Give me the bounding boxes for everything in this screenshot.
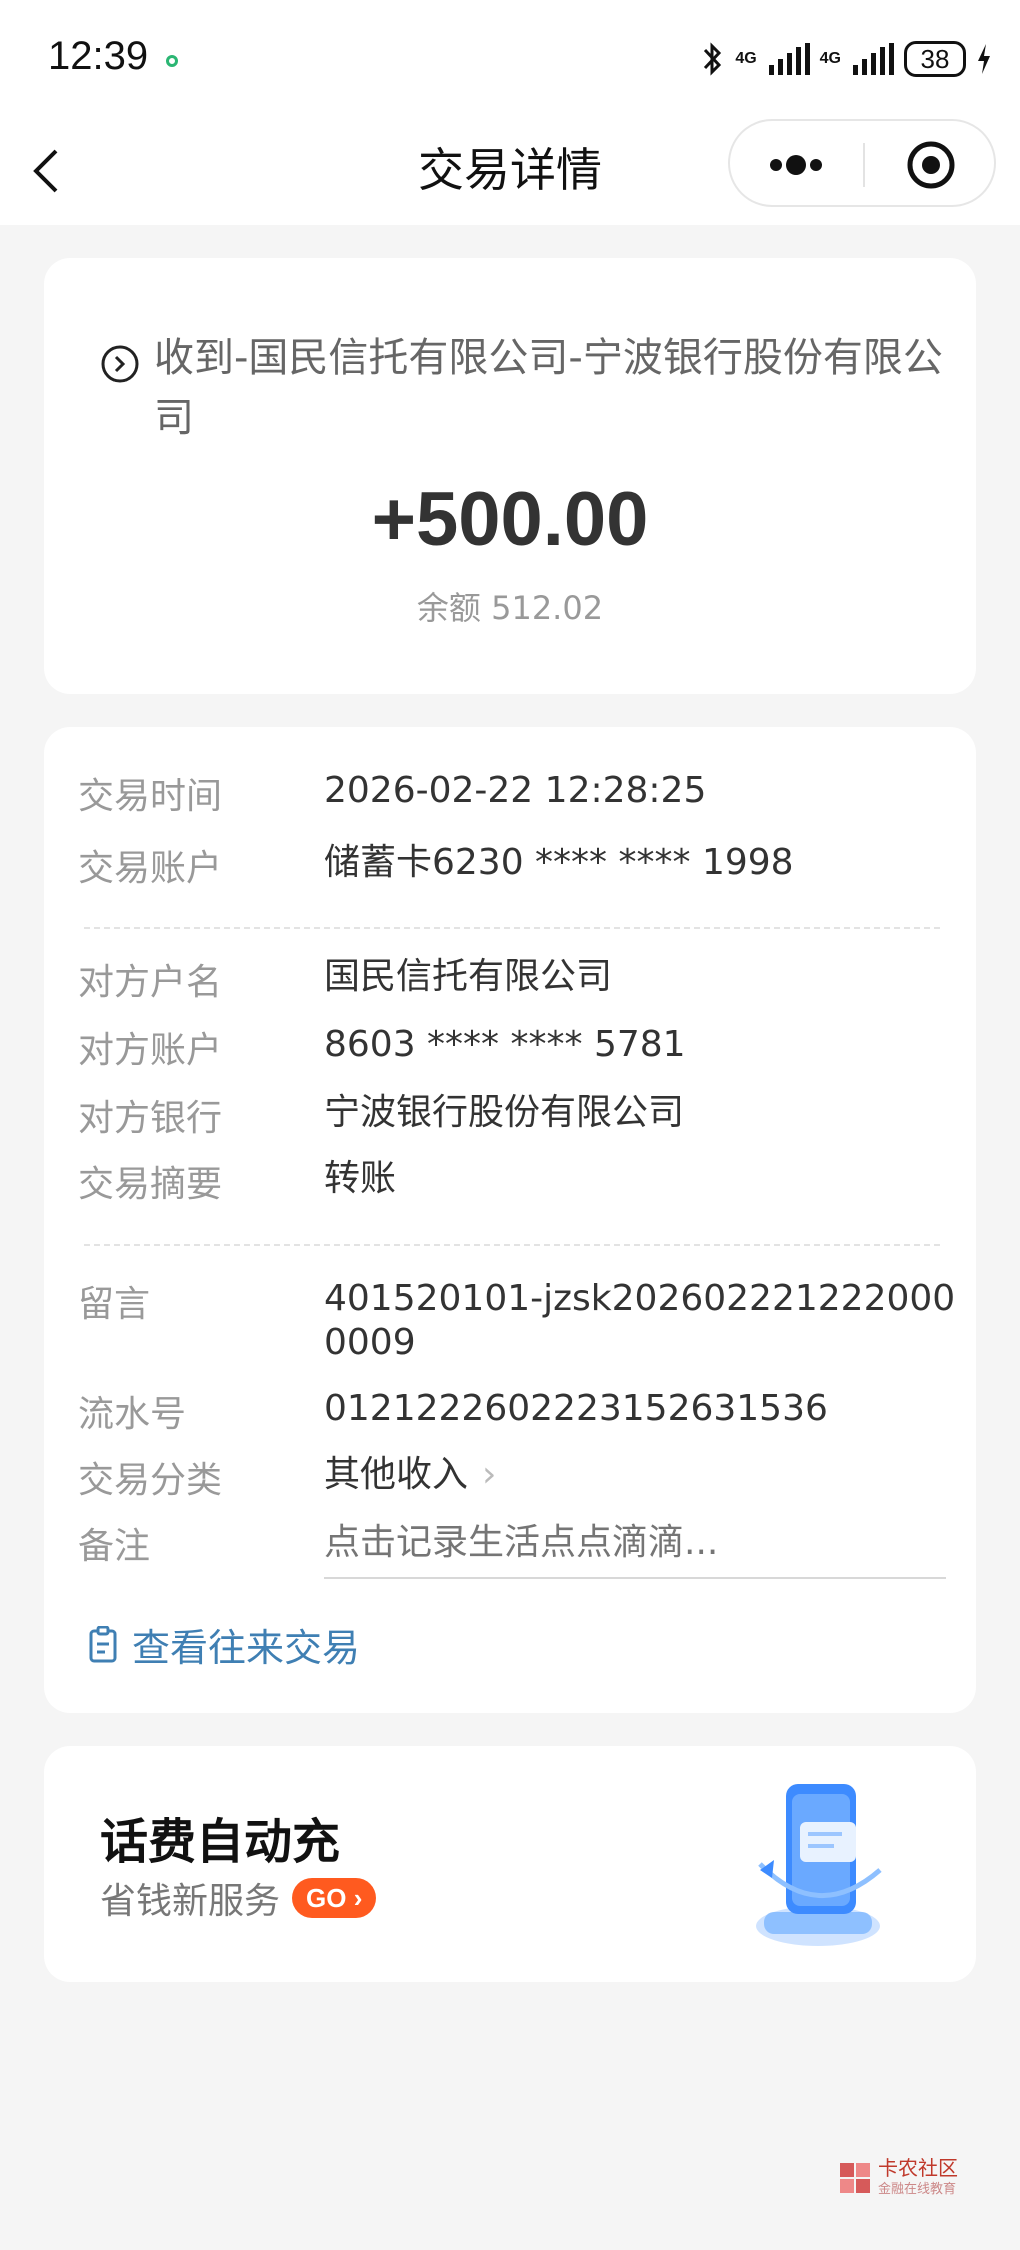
balance-after: 余额 512.02 xyxy=(416,589,604,627)
transaction-amount: +500.00 xyxy=(371,477,649,562)
payee-label: 对方户名 xyxy=(78,962,223,1003)
mini-program-capsule xyxy=(728,119,996,207)
serial-label: 流水号 xyxy=(78,1394,187,1435)
watermark: 卡农社区 金融在线教育 xyxy=(838,2158,958,2197)
target-close-icon xyxy=(907,141,955,189)
go-label: GO xyxy=(306,1883,347,1913)
nav-bar: 交易详情 xyxy=(0,115,1020,225)
watermark-logo-icon xyxy=(840,2162,870,2193)
time-value: 2026-02-22 12:28:25 xyxy=(324,770,707,811)
income-icon xyxy=(101,345,139,383)
divider xyxy=(84,1244,940,1246)
account-label: 交易账户 xyxy=(78,848,223,889)
remark-input[interactable] xyxy=(324,1517,946,1579)
go-button[interactable]: GO › xyxy=(292,1878,377,1918)
charging-icon xyxy=(978,44,990,74)
divider xyxy=(84,927,940,929)
transaction-summary-card: 收到-国民信托有限公司-宁波银行股份有限公司 +500.00 余额 512.02 xyxy=(44,258,976,694)
category-selector[interactable]: 其他收入 › xyxy=(324,1453,1020,1497)
network-type-1: 4G xyxy=(735,50,757,67)
document-icon xyxy=(89,1625,117,1662)
phone-recharge-illustration xyxy=(756,1784,882,1946)
promo-subtitle-row: 省钱新服务 GO › xyxy=(100,1872,377,1924)
serial-value: 0121222602223152631536 xyxy=(324,1388,828,1429)
category-value: 其他收入 xyxy=(324,1454,469,1495)
status-bar: 12:39 4G 4G 38 xyxy=(0,0,1020,115)
transaction-title: 收到-国民信托有限公司-宁波银行股份有限公司 xyxy=(154,335,943,441)
summary-label: 交易摘要 xyxy=(78,1164,223,1205)
time-label: 交易时间 xyxy=(78,776,223,817)
signal-1-icon xyxy=(768,43,810,75)
more-icon xyxy=(770,155,822,175)
promo-subtitle: 省钱新服务 xyxy=(100,1881,281,1922)
message-label: 留言 xyxy=(78,1284,151,1325)
status-time: 12:39 xyxy=(48,34,149,78)
more-button[interactable] xyxy=(730,121,863,209)
notification-dot-icon xyxy=(166,55,178,67)
view-history-link[interactable]: 查看往来交易 xyxy=(88,1617,360,1672)
category-label: 交易分类 xyxy=(78,1460,223,1501)
payee-value: 国民信托有限公司 xyxy=(324,956,613,997)
signal-2-icon xyxy=(853,43,894,75)
transaction-detail-card: 交易时间 2026-02-22 12:28:25 交易账户 储蓄卡6230 **… xyxy=(44,727,976,1713)
battery-level: 38 xyxy=(904,41,966,77)
account-value: 储蓄卡6230 **** **** 1998 xyxy=(324,842,794,883)
summary-value: 转账 xyxy=(324,1158,397,1199)
bank-label: 对方银行 xyxy=(78,1098,223,1139)
payee-account-label: 对方账户 xyxy=(78,1030,223,1071)
message-value: 401520101-jzsk2026022212220000009 xyxy=(324,1278,956,1363)
view-history-label: 查看往来交易 xyxy=(132,1626,361,1670)
remark-label: 备注 xyxy=(78,1526,151,1567)
network-type-2: 4G xyxy=(819,50,841,67)
bluetooth-icon xyxy=(704,42,722,76)
watermark-name: 卡农社区 xyxy=(878,2156,958,2180)
chevron-right-icon: › xyxy=(482,1454,497,1495)
close-button[interactable] xyxy=(865,121,998,209)
promo-card[interactable]: 话费自动充 省钱新服务 GO › xyxy=(44,1746,976,1982)
payee-account-value: 8603 **** **** 5781 xyxy=(324,1024,686,1065)
promo-title: 话费自动充 xyxy=(100,1814,341,1870)
bank-value: 宁波银行股份有限公司 xyxy=(324,1092,685,1133)
watermark-text: 卡农社区 金融在线教育 xyxy=(878,2158,958,2197)
status-icons: 4G 4G 38 xyxy=(701,38,992,80)
watermark-sub: 金融在线教育 xyxy=(878,2182,957,2197)
